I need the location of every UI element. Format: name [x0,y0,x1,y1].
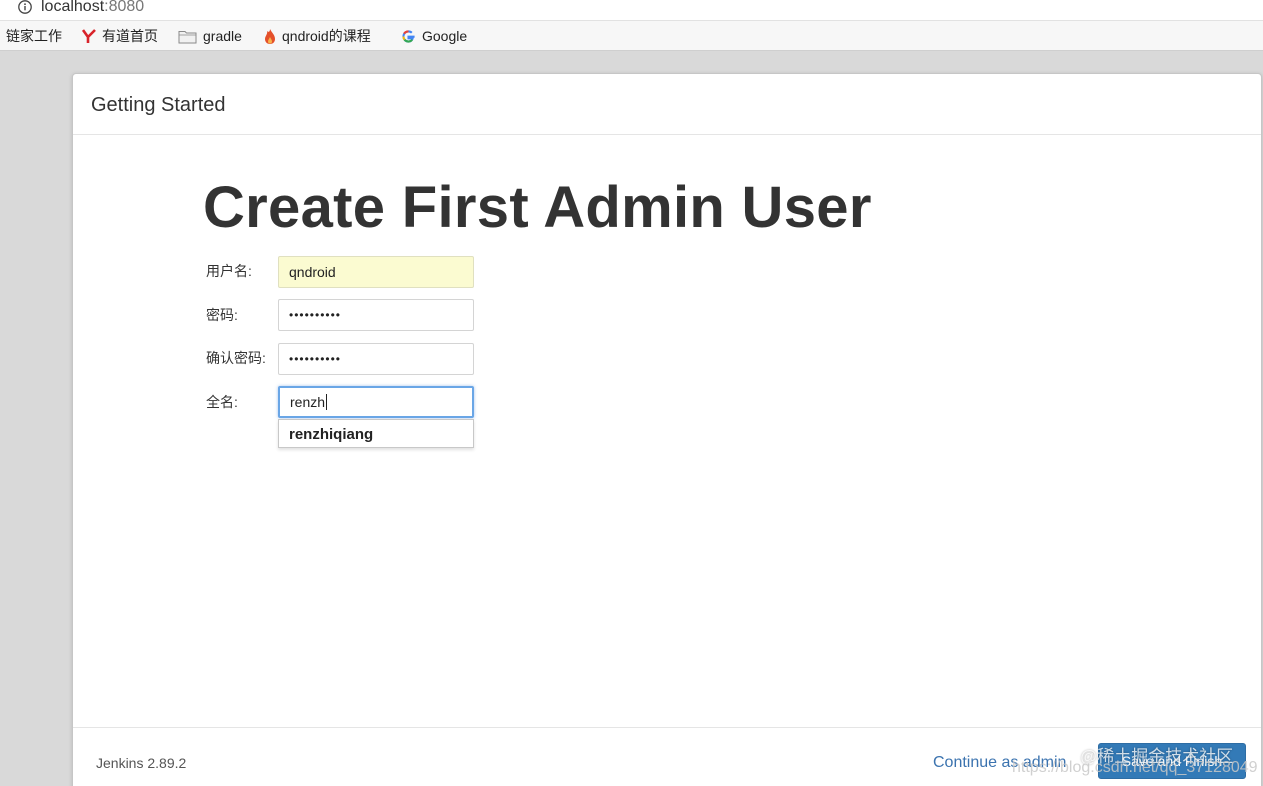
bookmark-label: Google [422,28,468,44]
bookmark-label: 链家工作 [6,28,62,44]
bookmark-label: gradle [203,28,242,44]
bookmark-gradle[interactable]: gradle [178,27,242,45]
page-title: Create First Admin User [203,175,872,240]
password-value: •••••••••• [289,308,342,322]
fullname-input[interactable]: renzh [278,386,474,418]
youdao-icon [82,29,96,43]
confirm-password-label: 确认密码: [206,350,266,366]
bookmark-label: 有道首页 [102,28,158,44]
url-host: localhost [41,0,105,15]
google-icon [402,29,415,43]
autocomplete-suggestion[interactable]: renzhiqiang [289,426,373,443]
fullname-label: 全名: [206,394,238,410]
info-icon[interactable] [17,0,33,16]
confirm-password-input[interactable]: •••••••••• [278,343,474,375]
password-input[interactable]: •••••••••• [278,299,474,331]
dialog-title: Getting Started [91,94,226,116]
username-label: 用户名: [206,263,252,279]
confirm-password-value: •••••••••• [289,352,342,366]
dialog-header: Getting Started [73,74,1261,135]
url-text[interactable]: localhost:8080 [41,0,144,16]
address-bar[interactable]: localhost:8080 [0,0,1263,21]
bookmark-label: qndroid的课程 [282,28,371,44]
bookmarks-bar: 链家工作 有道首页 gradle qndroid的课程 Google [0,21,1263,51]
bookmark-qndroid[interactable]: qndroid的课程 [264,27,371,45]
setup-dialog: Getting Started Create First Admin User … [72,73,1262,786]
watermark-url: https://blog.csdn.net/qq_37128049 [1012,759,1258,776]
flame-icon [265,28,275,44]
bookmark-google[interactable]: Google [401,27,467,45]
username-input[interactable]: qndroid [278,256,474,288]
bookmark-youdao[interactable]: 有道首页 [82,27,158,45]
url-port: :8080 [104,0,145,15]
password-label: 密码: [206,307,238,323]
folder-icon [178,30,197,43]
bookmark-lianjia[interactable]: 链家工作 [6,27,62,45]
text-caret [326,394,328,410]
fullname-value: renzh [290,394,326,410]
jenkins-version: Jenkins 2.89.2 [96,755,187,771]
autocomplete-dropdown: renzhiqiang [278,419,474,448]
username-value: qndroid [289,264,336,280]
